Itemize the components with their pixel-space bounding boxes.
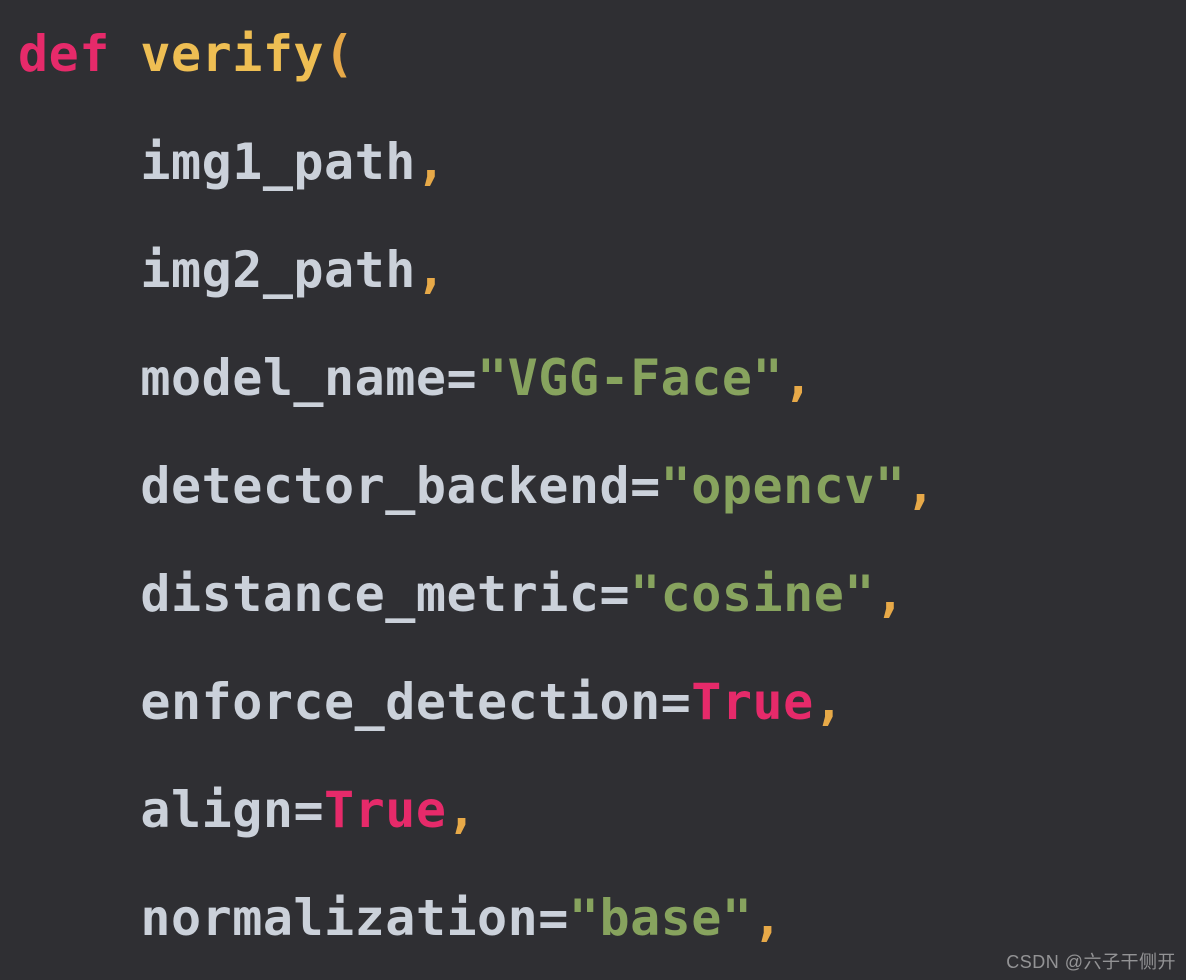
comma: , <box>446 781 477 839</box>
equals: = <box>599 565 630 623</box>
param-name: img2_path <box>140 241 415 299</box>
param-name: model_name <box>140 349 446 407</box>
string-value: "opencv" <box>661 457 906 515</box>
comma: , <box>906 457 937 515</box>
bool-value: True <box>691 673 813 731</box>
code-block: def verify( img1_path, img2_path, model_… <box>0 0 1186 980</box>
equals: = <box>293 781 324 839</box>
comma: , <box>875 565 906 623</box>
param-name: enforce_detection <box>140 673 660 731</box>
param-name: distance_metric <box>140 565 599 623</box>
comma: , <box>753 889 784 947</box>
open-paren: ( <box>324 25 355 83</box>
param-name: align <box>140 781 293 839</box>
param-name: img1_path <box>140 133 415 191</box>
string-value: "VGG-Face" <box>477 349 783 407</box>
function-name: verify <box>140 25 324 83</box>
comma: , <box>814 673 845 731</box>
string-value: "cosine" <box>630 565 875 623</box>
equals: = <box>630 457 661 515</box>
equals: = <box>661 673 692 731</box>
watermark-text: CSDN @六子干侧开 <box>1006 948 1176 974</box>
comma: , <box>783 349 814 407</box>
keyword-def: def <box>18 25 110 83</box>
bool-value: True <box>324 781 446 839</box>
string-value: "base" <box>569 889 753 947</box>
equals: = <box>446 349 477 407</box>
equals: = <box>538 889 569 947</box>
comma: , <box>416 241 447 299</box>
param-name: normalization <box>140 889 538 947</box>
comma: , <box>416 133 447 191</box>
param-name: detector_backend <box>140 457 630 515</box>
